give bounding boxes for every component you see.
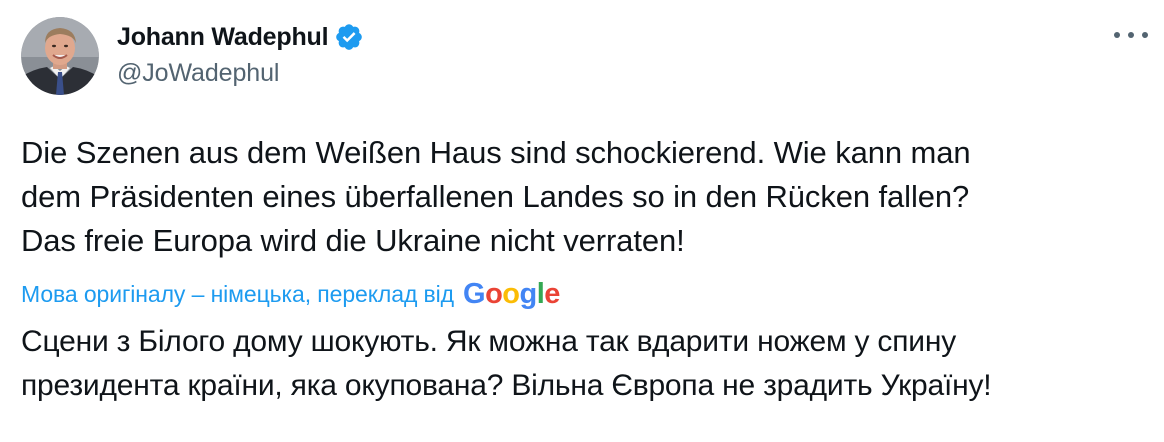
user-avatar-photo [21,17,99,95]
google-letter: o [485,278,503,310]
google-letter: o [502,278,520,310]
more-horizontal-icon [1114,32,1120,38]
google-logo-icon: Google [463,279,560,309]
avatar[interactable] [21,17,99,95]
original-line: Das freie Europa wird die Ukraine nicht … [21,223,685,258]
translation-label-link[interactable]: Мова оригіналу – німецька, переклад від [21,281,454,308]
original-line: dem Präsidenten eines überfallenen Lande… [21,179,970,214]
user-handle[interactable]: @JoWadephul [117,59,364,88]
more-horizontal-icon [1128,32,1134,38]
translated-line: Сцени з Білого дому шокують. Як можна та… [21,325,957,358]
more-horizontal-icon [1142,32,1148,38]
google-letter: G [463,278,486,310]
author-block: Johann Wadephul @JoWadephul [117,20,364,88]
google-letter: e [544,278,560,310]
verified-badge-icon[interactable] [334,22,364,52]
tweet-translated-text: Сцени з Білого дому шокують. Як можна та… [21,320,1156,408]
translated-line: президента країни, яка окупована? Вільна… [21,369,992,402]
name-row: Johann Wadephul [117,20,364,54]
tweet-original-text: Die Szenen aus dem Weißen Haus sind scho… [21,131,1151,263]
display-name[interactable]: Johann Wadephul [117,23,329,52]
google-letter: g [519,278,538,310]
more-options-button[interactable] [1114,25,1148,45]
tweet-card: Johann Wadephul @JoWadephul Die Szenen a… [0,0,1164,442]
original-line: Die Szenen aus dem Weißen Haus sind scho… [21,135,971,170]
translation-attribution: Мова оригіналу – німецька, переклад від … [21,277,560,311]
